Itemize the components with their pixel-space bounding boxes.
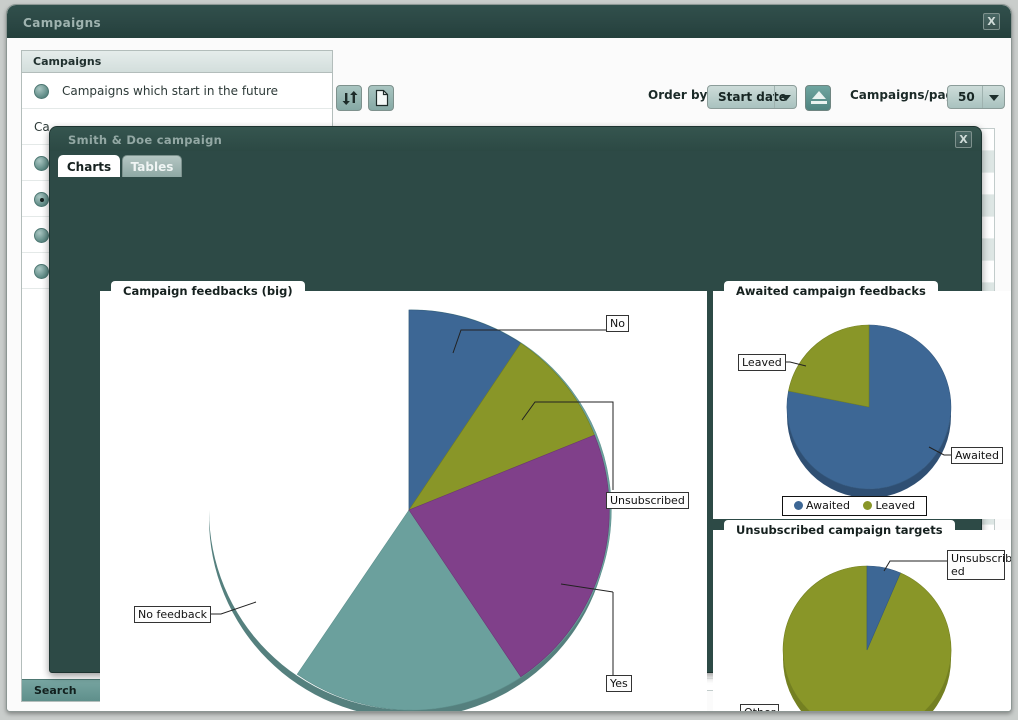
pie-callout-other: Other	[740, 704, 779, 712]
new-document-button[interactable]	[368, 85, 394, 111]
refresh-button[interactable]	[336, 85, 362, 111]
campaign-detail-dialog: Smith & Doe campaign X Charts Tables Cam…	[49, 126, 982, 673]
window-title: Campaigns	[23, 16, 101, 30]
campaigns-list-header: Campaigns	[22, 51, 332, 73]
awaited-feedbacks-chart	[714, 292, 1012, 518]
search-label: Search	[34, 684, 77, 697]
order-by-select[interactable]: Start date	[707, 85, 797, 109]
status-bullet-icon	[34, 156, 49, 171]
legend-item-leaved: Leaved	[863, 499, 915, 513]
application-body: Campaigns Campaigns which start in the f…	[7, 38, 1011, 712]
pie-callout-yes: Yes	[606, 675, 632, 692]
campaign-feedbacks-panel: Campaign feedbacks (big)	[100, 291, 707, 712]
list-item-label: Ca	[34, 120, 50, 134]
sort-direction-button[interactable]	[805, 85, 831, 111]
dialog-title: Smith & Doe campaign	[68, 133, 222, 147]
awaited-feedbacks-legend: Awaited Leaved	[782, 496, 927, 516]
tab-tables[interactable]: Tables	[122, 155, 182, 177]
tab-charts[interactable]: Charts	[58, 155, 120, 177]
legend-dot-leaved	[863, 501, 872, 510]
chevron-down-icon	[774, 86, 796, 108]
campaigns-per-page-select[interactable]: 50	[947, 85, 1005, 109]
awaited-feedbacks-pie-svg	[714, 292, 1012, 520]
campaigns-list-header-label: Campaigns	[33, 55, 101, 68]
pie-callout-unsubscribed: Unsubscrib ed	[947, 550, 1005, 580]
dialog-titlebar: Smith & Doe campaign X	[50, 127, 981, 151]
document-icon	[373, 89, 391, 107]
pie-callout-leaved: Leaved	[738, 354, 786, 371]
legend-dot-awaited	[794, 501, 803, 510]
campaigns-per-page-value: 50	[958, 90, 975, 104]
application-window: Campaigns X Campaigns Campaigns which st…	[6, 4, 1012, 712]
window-titlebar: Campaigns X	[7, 5, 1011, 38]
refresh-icon	[341, 89, 359, 107]
legend-item-awaited: Awaited	[794, 499, 850, 513]
status-bullet-icon	[34, 84, 49, 99]
unsubscribed-targets-panel: Unsubscribed campaign targets Unsubscrib…	[713, 530, 1012, 712]
status-bullet-icon	[34, 264, 49, 279]
pie-callout-no: No	[606, 315, 629, 332]
pie-callout-no-feedback: No feedback	[134, 606, 211, 623]
legend-label-leaved: Leaved	[875, 499, 915, 512]
pie-callout-awaited: Awaited	[951, 447, 1003, 464]
list-item-label: Campaigns which start in the future	[62, 84, 278, 98]
awaited-feedbacks-panel: Awaited campaign feedbacks Leaved Awaite…	[713, 291, 1012, 519]
legend-label-awaited: Awaited	[806, 499, 850, 512]
pie-callout-unsubscribed: Unsubscribed	[606, 492, 689, 509]
status-bullet-selected-icon	[34, 192, 49, 207]
close-window-button[interactable]: X	[983, 13, 1000, 30]
order-by-label: Order by:	[648, 88, 712, 102]
list-item[interactable]: Campaigns which start in the future	[22, 73, 332, 109]
status-bullet-icon	[34, 228, 49, 243]
chevron-down-icon	[982, 86, 1004, 108]
close-dialog-button[interactable]: X	[955, 131, 972, 148]
